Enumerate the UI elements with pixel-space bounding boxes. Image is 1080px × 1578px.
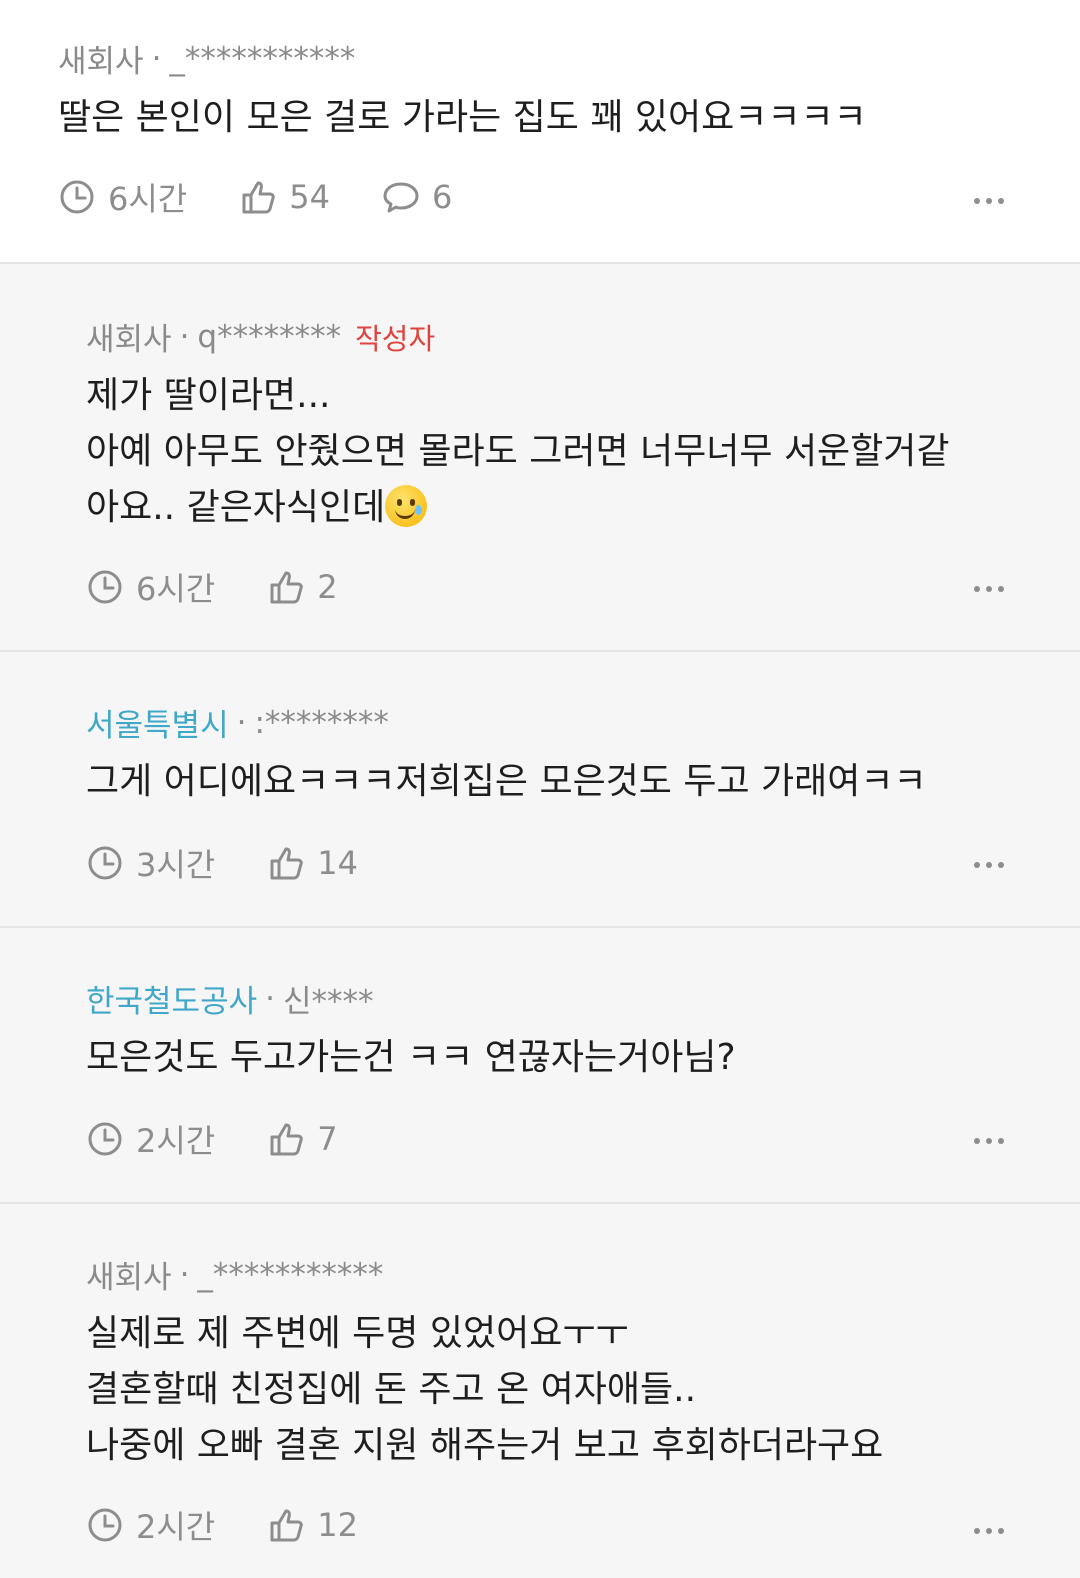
- like-count: 54: [289, 178, 330, 216]
- comment-meta: 새회사 · _***********: [58, 36, 355, 81]
- comment-item: 새회사 · _*********** 실제로 제 주변에 두명 있었어요ㅜㅜ 결…: [0, 1202, 1080, 1578]
- more-dots-icon[interactable]: [974, 1528, 1004, 1534]
- clock-icon: [88, 1508, 122, 1542]
- comment-meta: 한국철도공사 · 신****: [86, 976, 374, 1021]
- author-company[interactable]: 한국철도공사: [86, 976, 257, 1021]
- more-dots-icon[interactable]: [974, 1138, 1004, 1144]
- speech-bubble-icon: [383, 182, 419, 213]
- comment-item: 새회사 · q******** 작성자 제가 딸이라면... 아예 아무도 안줬…: [0, 262, 1080, 650]
- reply-button[interactable]: 6: [382, 178, 452, 216]
- body-line: 실제로 제 주변에 두명 있었어요ㅜㅜ: [86, 1313, 629, 1354]
- author-id[interactable]: :********: [254, 705, 388, 741]
- like-button[interactable]: 7: [267, 1120, 338, 1158]
- comment-body: 모은것도 두고가는건 ㅋㅋ 연끊자는거아님?: [86, 1037, 736, 1078]
- thumbs-up-icon: [270, 1509, 303, 1542]
- body-line: 나중에 오빠 결혼 지원 해주는거 보고 후회하더라구요: [86, 1425, 884, 1466]
- time-label: 6시간: [108, 180, 188, 218]
- author-id[interactable]: q********: [197, 319, 341, 355]
- like-button[interactable]: 14: [267, 844, 358, 882]
- author-company[interactable]: 새회사: [86, 314, 172, 359]
- smiling-face-with-tear-icon: [385, 485, 428, 527]
- clock-icon: [60, 180, 94, 214]
- time-label: 6시간: [136, 570, 216, 608]
- author-id[interactable]: _***********: [169, 41, 355, 77]
- thumbs-up-icon: [242, 181, 275, 214]
- time-info: 2시간: [86, 1116, 215, 1162]
- time-info: 2시간: [86, 1502, 215, 1548]
- comment-actions: 6시간 2: [86, 564, 390, 610]
- reply-count: 6: [431, 178, 453, 216]
- body-line: 결혼할때 친정집에 돈 주고 온 여자애들..: [86, 1369, 697, 1410]
- comment-body: 실제로 제 주변에 두명 있었어요ㅜㅜ 결혼할때 친정집에 돈 주고 온 여자애…: [86, 1306, 883, 1474]
- comment-item: 서울특별시 · :******** 그게 어디에요ㅋㅋㅋ저희집은 모은것도 두고…: [0, 650, 1080, 926]
- like-button[interactable]: 54: [239, 178, 330, 216]
- meta-separator: ·: [236, 704, 247, 741]
- more-dots-icon[interactable]: [974, 862, 1004, 868]
- author-company[interactable]: 서울특별시: [86, 700, 229, 745]
- author-badge: 작성자: [355, 321, 436, 356]
- time-info: 6시간: [58, 174, 187, 220]
- author-company[interactable]: 새회사: [86, 1252, 172, 1297]
- comment-actions: 2시간 7: [86, 1116, 390, 1162]
- like-count: 7: [317, 1120, 338, 1158]
- body-line: 아요.. 같은자식인데: [86, 480, 950, 536]
- thumbs-up-icon: [270, 571, 303, 604]
- body-line: 아예 아무도 안줬으면 몰라도 그러면 너무너무 서운할거같: [86, 431, 950, 472]
- clock-icon: [88, 1122, 122, 1156]
- comment-meta: 서울특별시 · :********: [86, 700, 389, 745]
- meta-separator: ·: [151, 40, 162, 77]
- time-label: 3시간: [136, 846, 216, 884]
- like-count: 14: [317, 844, 358, 882]
- thumbs-up-icon: [270, 1123, 303, 1156]
- comment-body: 제가 딸이라면... 아예 아무도 안줬으면 몰라도 그러면 너무너무 서운할거…: [86, 368, 950, 536]
- time-label: 2시간: [136, 1122, 216, 1160]
- author-id[interactable]: _***********: [197, 1257, 383, 1293]
- comment-meta: 새회사 · q******** 작성자: [86, 314, 435, 359]
- comment-meta: 새회사 · _***********: [86, 1252, 383, 1297]
- comment-body: 딸은 본인이 모은 걸로 가라는 집도 꽤 있어요ㅋㅋㅋㅋ: [58, 97, 867, 138]
- comment-actions: 3시간 14: [86, 840, 410, 886]
- author-company[interactable]: 새회사: [58, 36, 144, 81]
- meta-separator: ·: [179, 318, 190, 355]
- time-label: 2시간: [136, 1508, 216, 1546]
- like-button[interactable]: 12: [267, 1506, 358, 1544]
- thumbs-up-icon: [270, 847, 303, 880]
- more-dots-icon[interactable]: [974, 586, 1004, 592]
- clock-icon: [88, 570, 122, 604]
- clock-icon: [88, 846, 122, 880]
- like-button[interactable]: 2: [267, 568, 338, 606]
- author-id[interactable]: 신****: [283, 976, 374, 1021]
- like-count: 12: [317, 1506, 358, 1544]
- comment-actions: 6시간 54 6: [58, 174, 504, 220]
- more-dots-icon[interactable]: [974, 198, 1004, 204]
- comment-body: 그게 어디에요ㅋㅋㅋ저희집은 모은것도 두고 가래여ㅋㅋ: [86, 761, 927, 802]
- comment-item: 새회사 · _*********** 딸은 본인이 모은 걸로 가라는 집도 꽤…: [0, 0, 1080, 262]
- comment-actions: 2시간 12: [86, 1502, 410, 1548]
- like-count: 2: [317, 568, 338, 606]
- meta-separator: ·: [179, 1256, 190, 1293]
- comment-item: 한국철도공사 · 신**** 모은것도 두고가는건 ㅋㅋ 연끊자는거아님? 2시…: [0, 926, 1080, 1202]
- time-info: 6시간: [86, 564, 215, 610]
- body-line: 제가 딸이라면...: [86, 375, 331, 416]
- meta-separator: ·: [265, 980, 275, 1017]
- time-info: 3시간: [86, 840, 215, 886]
